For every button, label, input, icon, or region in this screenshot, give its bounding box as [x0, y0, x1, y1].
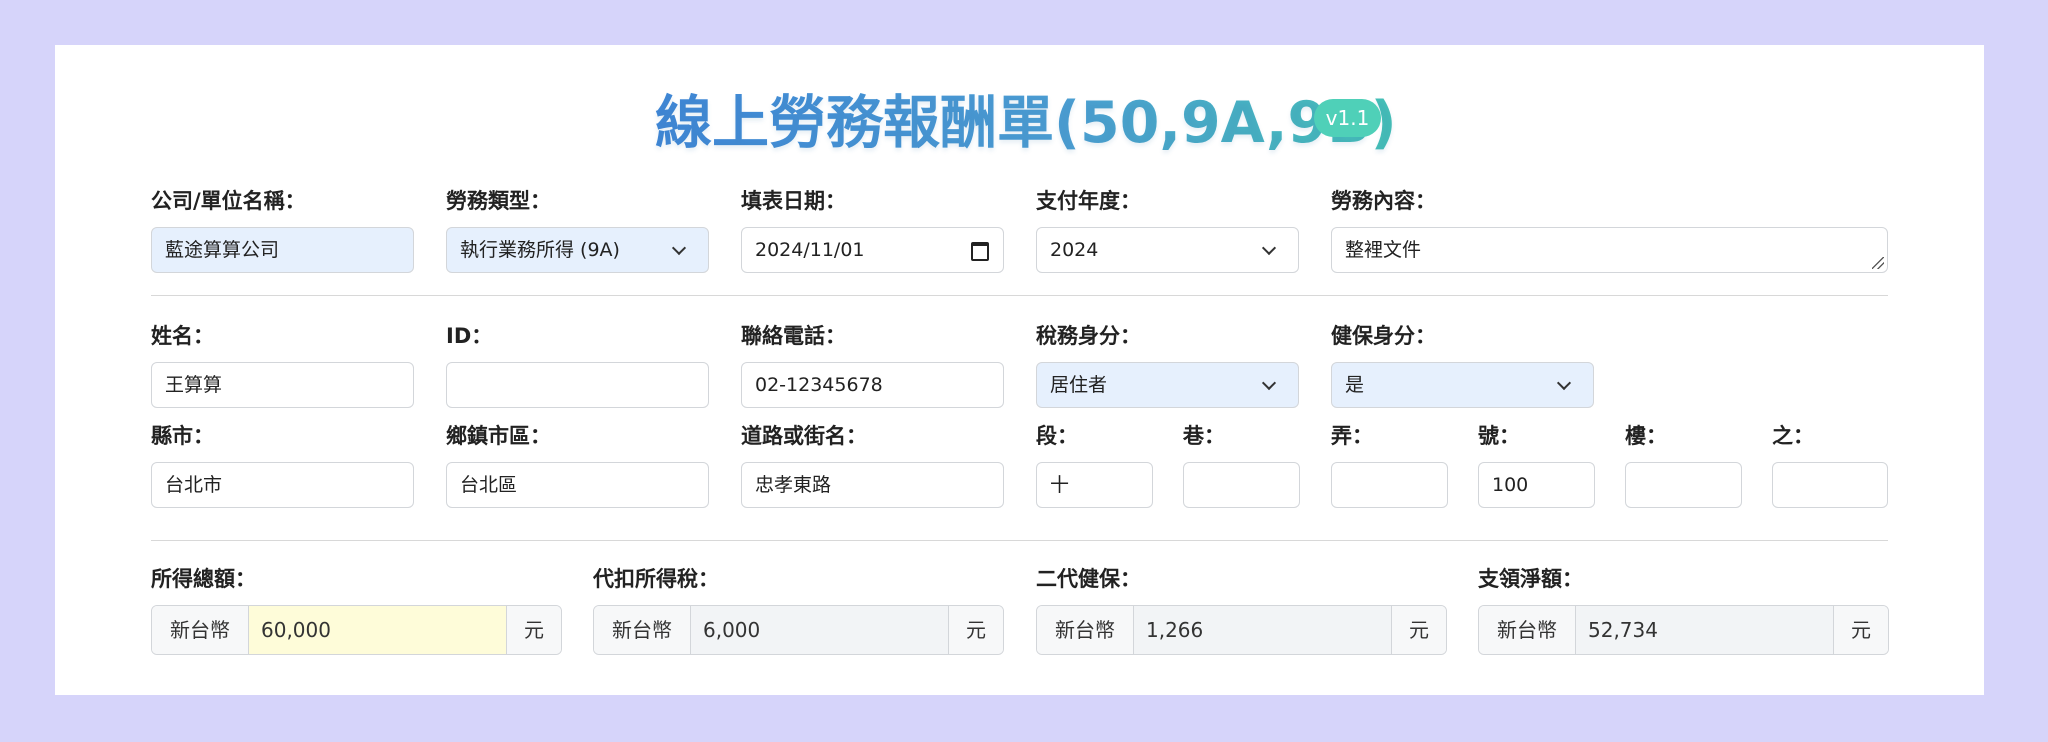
- company-input[interactable]: 藍途算算公司: [151, 227, 414, 273]
- floor-input[interactable]: [1625, 462, 1742, 508]
- currency-prefix: 新台幣: [1479, 606, 1576, 654]
- nhi-supplement-label: 二代健保：: [1036, 567, 1141, 591]
- phone-input[interactable]: 02-12345678: [741, 362, 1004, 408]
- service-type-label: 勞務類型：: [446, 189, 551, 213]
- name-input[interactable]: 王算算: [151, 362, 414, 408]
- county-label: 縣市：: [151, 424, 214, 448]
- service-content-textarea[interactable]: 整裡文件: [1331, 227, 1888, 273]
- company-label: 公司/單位名稱：: [151, 189, 306, 213]
- name-label: 姓名：: [151, 324, 214, 348]
- gross-input-group: 新台幣 60,000 元: [151, 605, 562, 655]
- gross-label: 所得總額：: [151, 567, 256, 591]
- id-label: ID：: [446, 324, 493, 348]
- insurance-status-label: 健保身分：: [1331, 324, 1436, 348]
- title-row: 線上勞務報酬單(50,9A,9B) v1.1: [55, 45, 1984, 195]
- currency-prefix: 新台幣: [594, 606, 691, 654]
- service-type-select[interactable]: 執行業務所得 (9A): [446, 227, 709, 273]
- tax-status-select[interactable]: 居住者: [1036, 362, 1299, 408]
- page-title: 線上勞務報酬單(50,9A,9B): [655, 83, 1397, 163]
- divider-bottom: [151, 540, 1888, 541]
- withholding-tax-label: 代扣所得稅：: [593, 567, 719, 591]
- fill-date-label: 填表日期：: [741, 189, 846, 213]
- number-input[interactable]: 100: [1478, 462, 1595, 508]
- service-type-value: 執行業務所得 (9A): [460, 239, 620, 261]
- unit-suffix: 元: [1391, 606, 1446, 654]
- withholding-tax-input-group: 新台幣 6,000 元: [593, 605, 1004, 655]
- unit-suffix: 元: [948, 606, 1003, 654]
- version-badge: v1.1: [1314, 99, 1381, 137]
- net-value: 52,734: [1576, 606, 1833, 654]
- tax-status-label: 稅務身分：: [1036, 324, 1141, 348]
- pay-year-value: 2024: [1050, 239, 1099, 261]
- currency-prefix: 新台幣: [152, 606, 249, 654]
- section-input[interactable]: 十: [1036, 462, 1153, 508]
- pay-year-select[interactable]: 2024: [1036, 227, 1299, 273]
- road-input[interactable]: 忠孝東路: [741, 462, 1004, 508]
- of-label: 之：: [1772, 424, 1814, 448]
- divider-top: [151, 295, 1888, 296]
- insurance-status-select[interactable]: 是: [1331, 362, 1594, 408]
- net-input-group: 新台幣 52,734 元: [1478, 605, 1889, 655]
- lane-label: 巷：: [1183, 424, 1225, 448]
- pay-year-label: 支付年度：: [1036, 189, 1141, 213]
- county-input[interactable]: 台北市: [151, 462, 414, 508]
- lane-input[interactable]: [1183, 462, 1300, 508]
- nhi-supplement-input-group: 新台幣 1,266 元: [1036, 605, 1447, 655]
- district-input[interactable]: 台北區: [446, 462, 709, 508]
- gross-input[interactable]: 60,000: [249, 606, 506, 654]
- resize-handle-icon[interactable]: [1872, 257, 1884, 269]
- currency-prefix: 新台幣: [1037, 606, 1134, 654]
- fill-date-input[interactable]: 2024/11/01: [741, 227, 1004, 273]
- alley-input[interactable]: [1331, 462, 1448, 508]
- unit-suffix: 元: [506, 606, 561, 654]
- district-label: 鄉鎮市區：: [446, 424, 551, 448]
- withholding-tax-value: 6,000: [691, 606, 948, 654]
- number-label: 號：: [1478, 424, 1520, 448]
- floor-label: 樓：: [1625, 424, 1667, 448]
- id-input[interactable]: [446, 362, 709, 408]
- section-label: 段：: [1036, 424, 1078, 448]
- form-card: 線上勞務報酬單(50,9A,9B) v1.1 公司/單位名稱： 藍途算算公司 勞…: [55, 45, 1984, 695]
- calendar-icon[interactable]: [971, 242, 989, 261]
- insurance-status-value: 是: [1345, 374, 1365, 396]
- unit-suffix: 元: [1833, 606, 1888, 654]
- alley-label: 弄：: [1331, 424, 1373, 448]
- service-content-value: 整裡文件: [1345, 239, 1422, 261]
- net-label: 支領淨額：: [1478, 567, 1583, 591]
- tax-status-value: 居住者: [1050, 374, 1108, 396]
- road-label: 道路或街名：: [741, 424, 867, 448]
- nhi-supplement-value: 1,266: [1134, 606, 1391, 654]
- phone-label: 聯絡電話：: [741, 324, 846, 348]
- service-content-label: 勞務內容：: [1331, 189, 1436, 213]
- of-input[interactable]: [1772, 462, 1888, 508]
- fill-date-value: 2024/11/01: [755, 239, 865, 261]
